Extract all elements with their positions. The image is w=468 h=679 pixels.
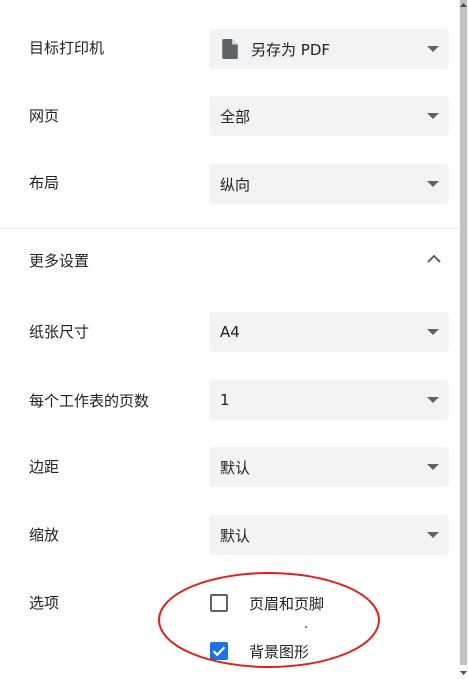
scroll-down-arrow-icon[interactable] <box>460 670 467 676</box>
scale-label: 缩放 <box>29 526 60 544</box>
scrollbar-thumb[interactable] <box>460 0 467 665</box>
dropdown-arrow-icon <box>427 113 439 119</box>
pages-per-sheet-select[interactable]: 1 <box>209 380 449 420</box>
scroll-up-arrow-icon[interactable] <box>460 2 467 8</box>
pages-value: 全部 <box>220 107 251 126</box>
pages-label: 网页 <box>29 107 60 125</box>
dropdown-arrow-icon <box>427 464 439 470</box>
margins-select[interactable]: 默认 <box>209 447 449 487</box>
paper-size-label: 纸张尺寸 <box>29 323 90 341</box>
margins-value: 默认 <box>220 458 251 477</box>
pages-per-sheet-label: 每个工作表的页数 <box>29 392 150 410</box>
checkmark-icon <box>212 646 226 657</box>
more-settings-label: 更多设置 <box>29 252 90 270</box>
scale-value: 默认 <box>220 526 251 545</box>
headers-footers-option[interactable]: 页眉和页脚 <box>209 591 324 615</box>
background-graphics-label: 背景图形 <box>249 642 310 661</box>
dropdown-arrow-icon <box>427 532 439 538</box>
background-graphics-checkbox[interactable] <box>210 642 228 660</box>
dropdown-arrow-icon <box>427 397 439 403</box>
scrollbar[interactable] <box>459 0 468 679</box>
paper-size-value: A4 <box>220 323 240 341</box>
file-icon <box>222 39 238 59</box>
margins-label: 边距 <box>29 458 60 476</box>
headers-footers-checkbox[interactable] <box>210 594 228 612</box>
dropdown-arrow-icon <box>427 46 439 52</box>
pages-per-sheet-value: 1 <box>220 391 230 409</box>
destination-label: 目标打印机 <box>29 39 105 57</box>
options-label: 选项 <box>29 594 60 612</box>
paper-size-select[interactable]: A4 <box>209 312 449 352</box>
destination-value: 另存为 PDF <box>251 40 330 59</box>
chevron-up-icon[interactable] <box>426 252 442 264</box>
pages-select[interactable]: 全部 <box>209 96 449 136</box>
dropdown-arrow-icon <box>427 329 439 335</box>
background-graphics-option[interactable]: 背景图形 <box>209 639 309 663</box>
destination-select[interactable]: 另存为 PDF <box>209 29 449 69</box>
more-settings-toggle[interactable]: 更多设置 <box>0 229 459 289</box>
headers-footers-label: 页眉和页脚 <box>249 594 325 613</box>
layout-label: 布局 <box>29 174 60 192</box>
layout-value: 纵向 <box>220 175 251 194</box>
dropdown-arrow-icon <box>427 181 439 187</box>
layout-select[interactable]: 纵向 <box>209 164 449 204</box>
scale-select[interactable]: 默认 <box>209 515 449 555</box>
